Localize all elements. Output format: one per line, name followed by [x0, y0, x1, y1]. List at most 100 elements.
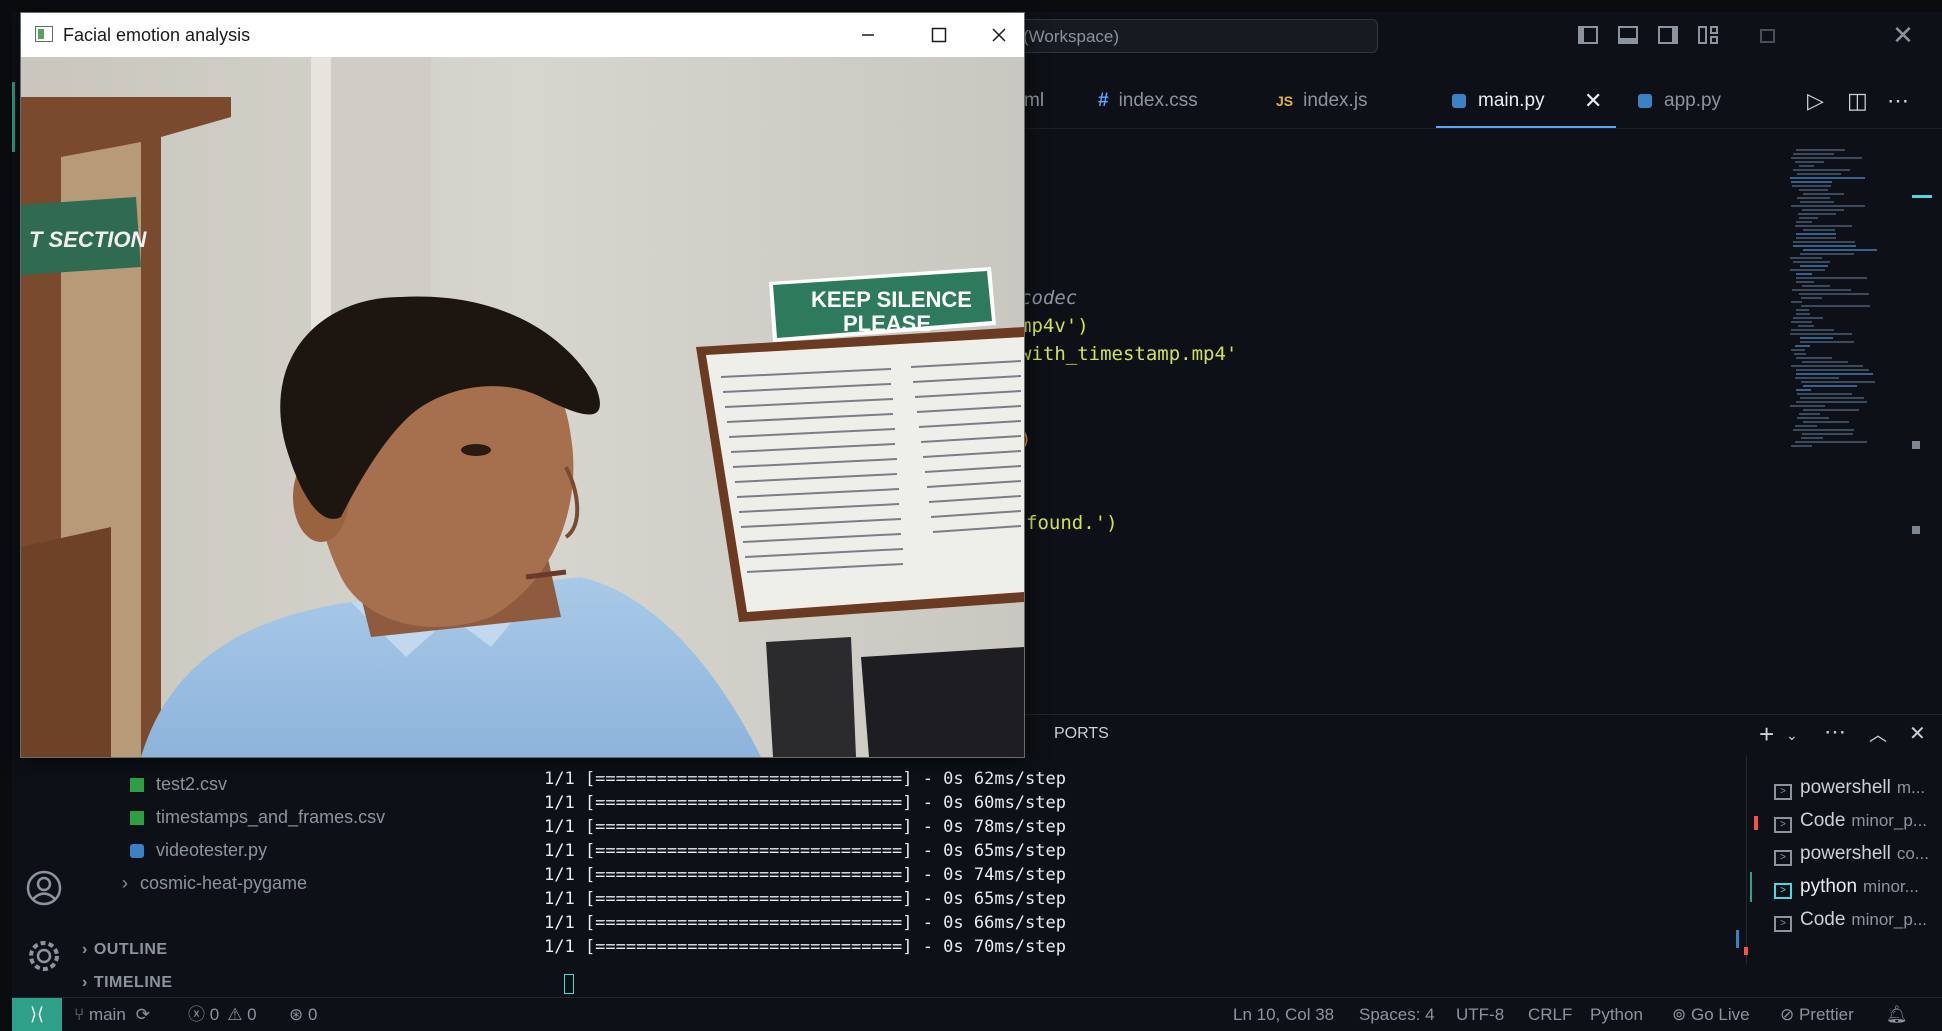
file-item-test2[interactable]: test2.csv: [130, 771, 227, 797]
gear-icon[interactable]: [26, 938, 62, 974]
split-editor-icon[interactable]: ◫: [1847, 74, 1868, 128]
minimap-line: [1796, 357, 1832, 359]
cursor-position[interactable]: Ln 10, Col 38: [1233, 998, 1334, 1031]
ports-count: 0: [307, 1005, 318, 1024]
terminal-item-1[interactable]: > powershell m...: [1774, 772, 1925, 804]
close-button[interactable]: [973, 13, 1043, 57]
timeline-section[interactable]: › TIMELINE: [82, 974, 173, 992]
broadcast-icon: ⊚: [1672, 1005, 1691, 1024]
toggle-sidebar-icon[interactable]: [1577, 24, 1599, 46]
file-name: timestamps_and_frames.csv: [156, 807, 386, 827]
close-icon[interactable]: ✕: [1892, 22, 1914, 48]
minimap[interactable]: [1790, 149, 1910, 449]
chevron-down-icon[interactable]: ⌄: [1786, 727, 1798, 744]
tab-ports[interactable]: PORTS: [1054, 725, 1109, 743]
terminal-line: 1/1 [==============================] - 0…: [544, 793, 1066, 813]
ports-indicator[interactable]: ⊛ 0: [289, 998, 317, 1031]
bell-icon[interactable]: 🔔︎: [1886, 998, 1908, 1031]
go-live-button[interactable]: ⊚ Go Live: [1672, 998, 1750, 1031]
camera-window-titlebar[interactable]: Facial emotion analysis: [21, 13, 1024, 57]
css-icon: #: [1098, 90, 1109, 111]
terminal-item-3[interactable]: > powershell co...: [1774, 838, 1929, 870]
minimap-line: [1790, 333, 1852, 335]
indentation[interactable]: Spaces: 4: [1359, 998, 1435, 1031]
tab-label: index.css: [1118, 90, 1198, 111]
minimap-line: [1794, 353, 1806, 355]
terminal-item-2[interactable]: > Code minor_p...: [1774, 805, 1927, 837]
minimap-line: [1795, 441, 1867, 443]
more-actions-icon[interactable]: ⋯: [1887, 74, 1909, 128]
encoding[interactable]: UTF-8: [1456, 998, 1504, 1031]
line-ending[interactable]: CRLF: [1528, 998, 1572, 1031]
language-mode[interactable]: Python: [1590, 998, 1643, 1031]
terminal-name: python: [1800, 876, 1858, 897]
terminal-line: 1/1 [==============================] - 0…: [544, 865, 1066, 885]
minimap-line: [1795, 161, 1824, 163]
tab-close-icon[interactable]: ✕: [1584, 74, 1602, 128]
minimap-line: [1792, 185, 1831, 187]
remote-indicator-icon[interactable]: ⟩⟨: [12, 998, 62, 1031]
minimap-line: [1796, 281, 1814, 283]
minimap-line: [1801, 297, 1822, 299]
minimap-line: [1796, 149, 1845, 151]
tab-index-css[interactable]: # index.css: [1098, 74, 1198, 128]
chevron-right-icon: ›: [82, 974, 88, 991]
new-terminal-icon[interactable]: +: [1759, 719, 1774, 750]
terminal-name: Code: [1800, 909, 1846, 930]
minimap-line: [1790, 405, 1825, 407]
minimap-line: [1797, 417, 1829, 419]
tab-ml[interactable]: ml: [1024, 74, 1044, 128]
close-panel-icon[interactable]: ✕: [1909, 721, 1926, 746]
csv-file-icon: [130, 811, 144, 825]
maximize-panel-icon[interactable]: ︿: [1869, 721, 1887, 747]
code-line-5: found.'): [1026, 512, 1118, 534]
minimize-button[interactable]: [833, 13, 903, 57]
file-item-timestamps[interactable]: timestamps_and_frames.csv: [130, 804, 385, 830]
branch-indicator[interactable]: ⑂ main ⟳: [74, 998, 150, 1031]
minimap-line: [1791, 181, 1832, 183]
minimap-line: [1798, 325, 1814, 327]
command-center[interactable]: (Workspace): [1012, 19, 1378, 53]
warning-count: 0: [247, 1005, 257, 1024]
minimap-line: [1791, 301, 1802, 303]
maximize-button[interactable]: [903, 13, 973, 57]
minimap-line: [1802, 285, 1830, 287]
code-line-3: with_timestamp.mp4': [1020, 343, 1238, 365]
status-bar: ⟩⟨ ⑂ main ⟳ ⓧ 0 ⚠ 0 ⊛ 0 Ln 10, Col 38 Spac…: [12, 997, 1942, 1031]
customize-layout-icon[interactable]: [1697, 24, 1719, 46]
file-item-videotester[interactable]: videotester.py: [130, 837, 267, 863]
accounts-icon[interactable]: [26, 870, 62, 906]
folder-item-cosmic[interactable]: › cosmic-heat-pygame: [122, 870, 307, 896]
run-icon[interactable]: ▷: [1807, 74, 1824, 128]
file-name: test2.csv: [156, 774, 228, 794]
minimap-line: [1790, 177, 1865, 179]
tab-index-js[interactable]: JS index.js: [1276, 74, 1368, 128]
toggle-secondary-sidebar-icon[interactable]: [1657, 24, 1679, 46]
restore-icon[interactable]: [1757, 24, 1779, 46]
minimap-line: [1797, 197, 1830, 199]
minimap-line: [1795, 345, 1810, 347]
python-icon: [1638, 94, 1652, 108]
minimap-line: [1791, 321, 1812, 323]
prettier-button[interactable]: ⊘ Prettier: [1780, 998, 1854, 1031]
active-indicator: [12, 82, 15, 152]
python-icon: [130, 844, 144, 858]
more-icon[interactable]: ⋯: [1824, 719, 1846, 745]
app-icon: [35, 26, 53, 42]
minimap-line: [1800, 253, 1854, 255]
terminal-item-4[interactable]: > python minor...: [1774, 871, 1919, 903]
outline-section[interactable]: › OUTLINE: [82, 941, 168, 959]
minimap-line: [1796, 237, 1836, 239]
toggle-panel-icon[interactable]: [1617, 24, 1639, 46]
minimap-line: [1803, 409, 1859, 411]
tab-app-py[interactable]: app.py: [1638, 74, 1721, 128]
tab-label: app.py: [1664, 90, 1722, 111]
scrollbar-marker: [1912, 441, 1920, 449]
minimap-line: [1795, 377, 1839, 379]
problems-indicator[interactable]: ⓧ 0 ⚠ 0: [188, 998, 257, 1031]
minimap-line: [1796, 233, 1836, 235]
terminal-item-5[interactable]: > Code minor_p...: [1774, 904, 1927, 936]
minimize-icon: [862, 34, 874, 36]
minimap-line: [1791, 205, 1865, 207]
terminal-cursor: [564, 974, 574, 994]
